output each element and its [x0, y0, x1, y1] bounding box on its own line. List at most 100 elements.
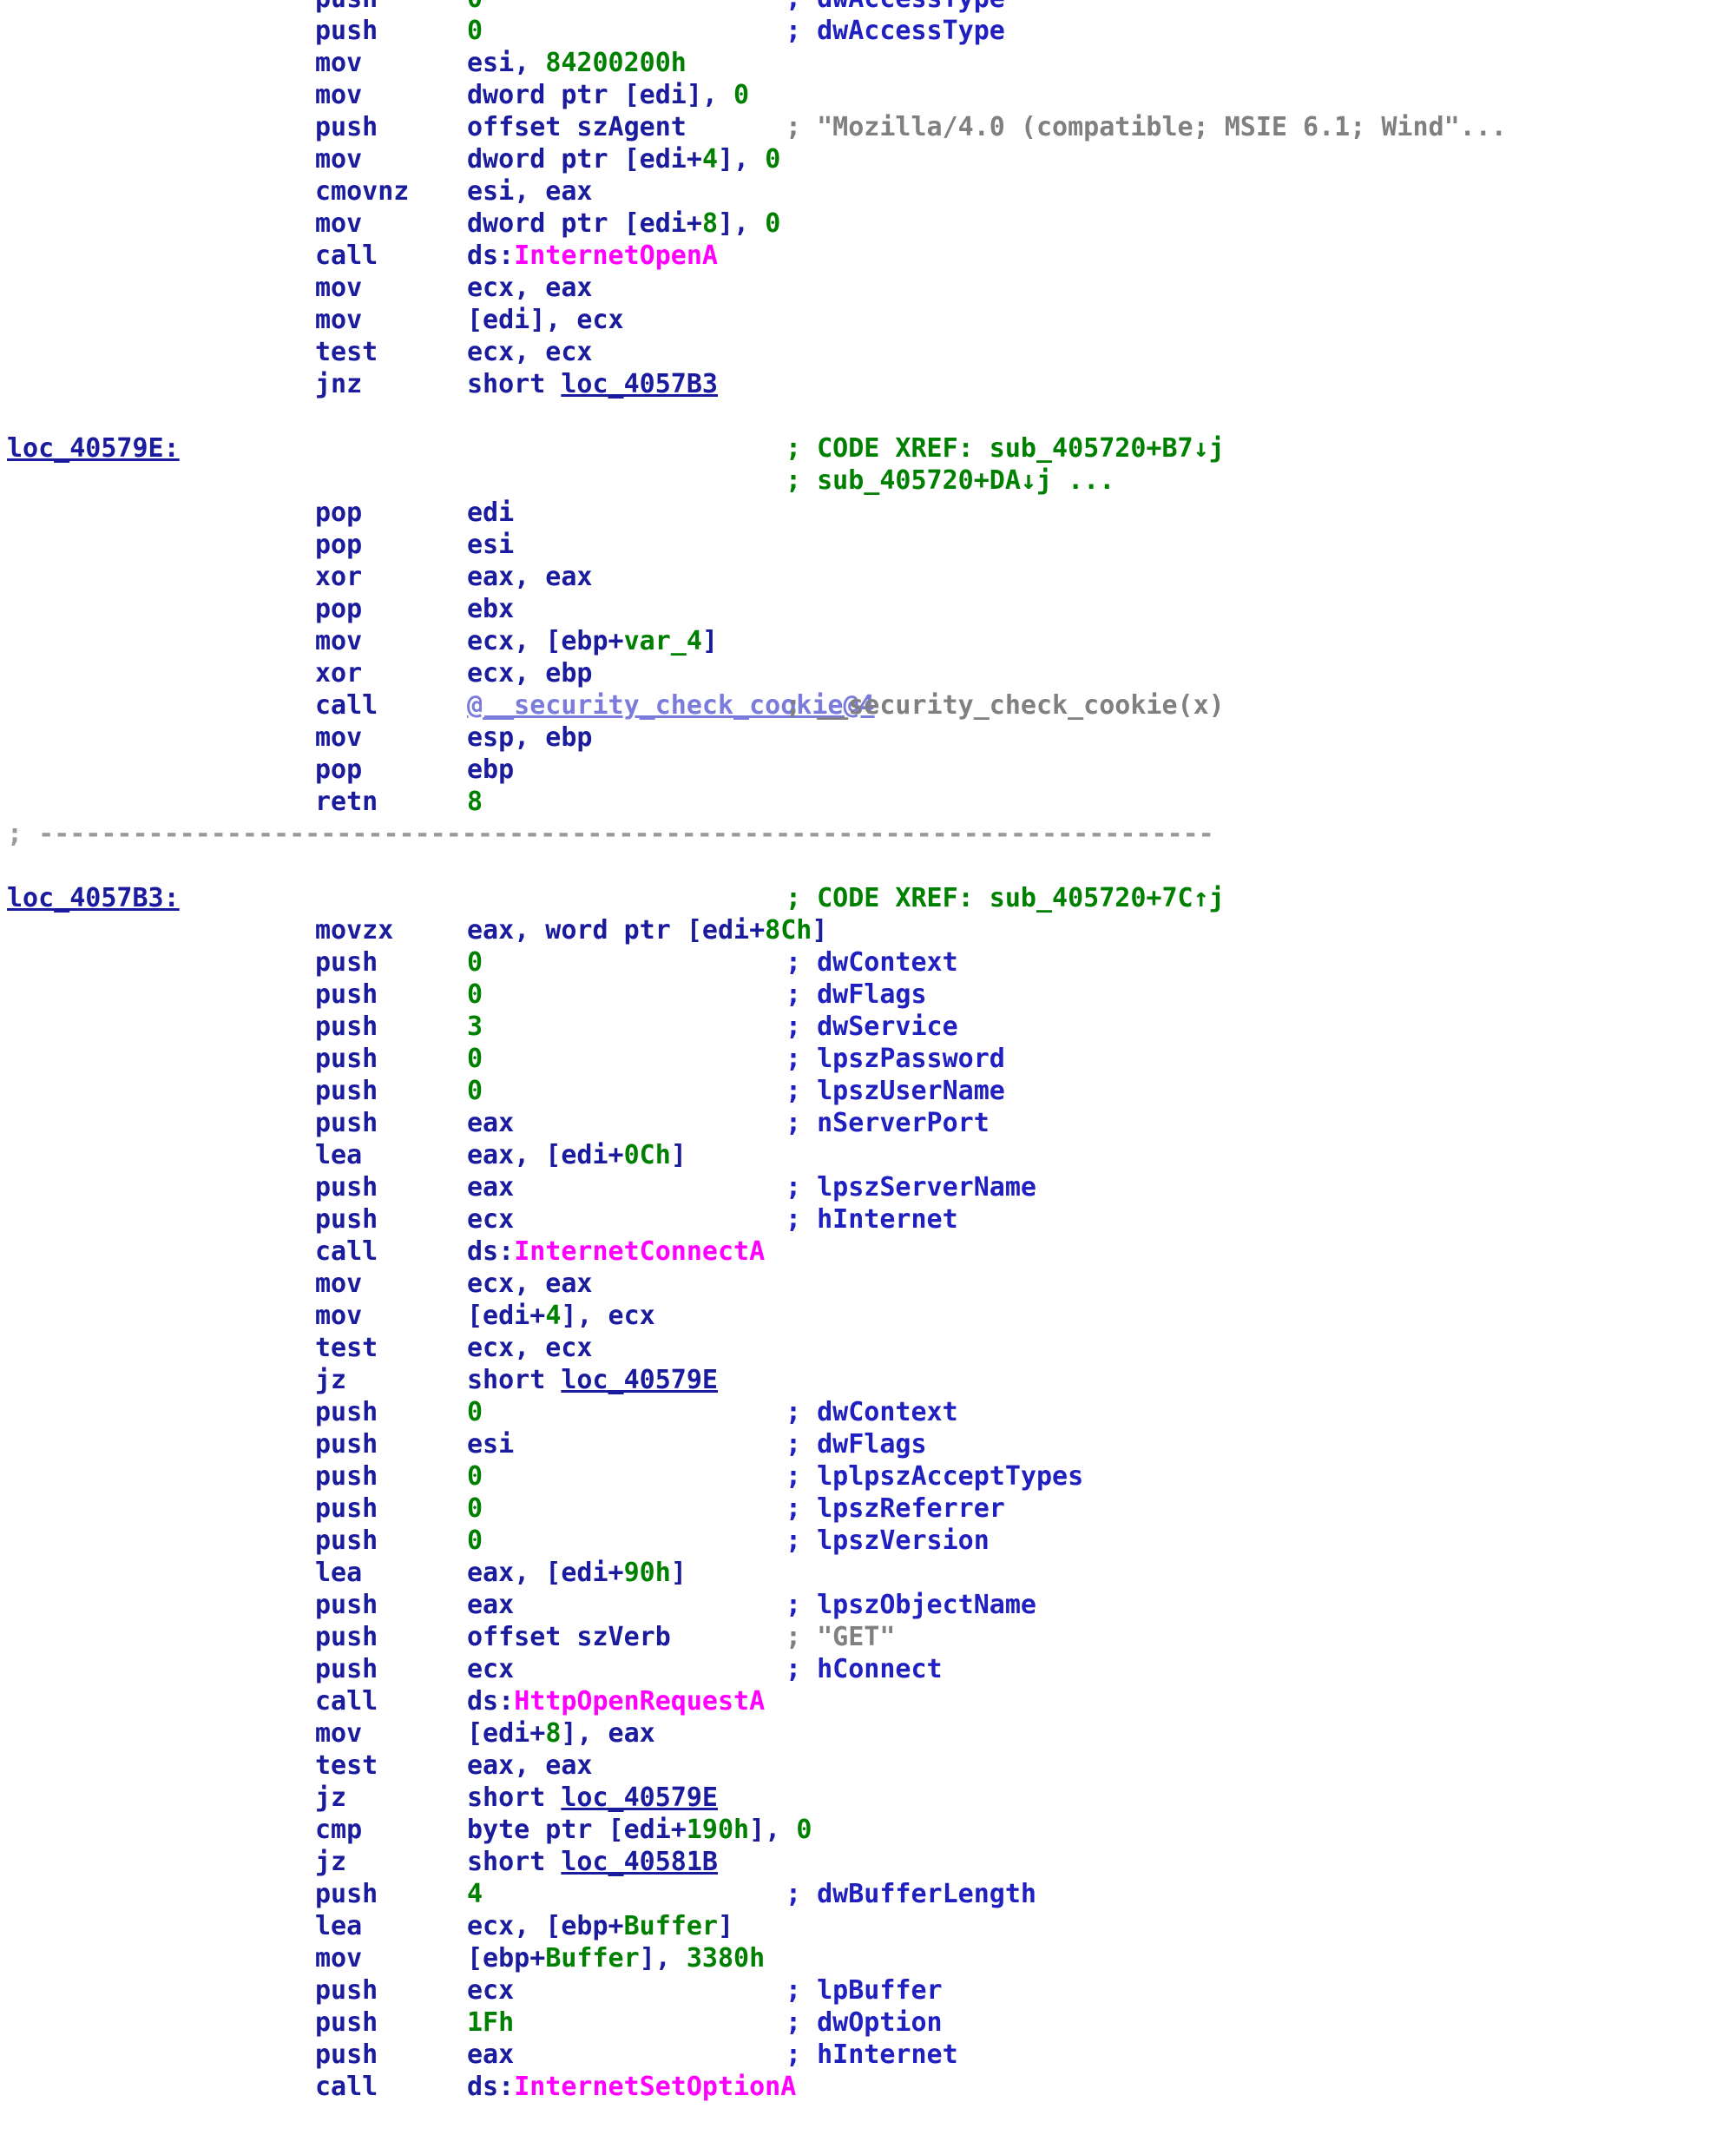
instruction-operands[interactable]: eax — [467, 1107, 514, 1139]
instruction-row[interactable]: call ds:HttpOpenRequestA — [0, 1685, 1736, 1717]
instruction-mnemonic[interactable]: push — [315, 111, 378, 143]
instruction-row[interactable]: push 0 ; dwContext — [0, 946, 1736, 979]
instruction-row[interactable]: mov esp, ebp — [0, 722, 1736, 754]
instruction-row[interactable]: xor ecx, ebp — [0, 657, 1736, 689]
api-name[interactable]: InternetSetOptionA — [514, 2072, 796, 2102]
instruction-row[interactable]: push eax ; lpszObjectName — [0, 1589, 1736, 1621]
instruction-operands[interactable]: short loc_40581B — [467, 1846, 718, 1878]
instruction-operands[interactable]: ecx, [ebp+Buffer] — [467, 1910, 733, 1942]
instruction-row[interactable]: test ecx, ecx — [0, 1332, 1736, 1364]
instruction-row[interactable]: retn 8 — [0, 786, 1736, 818]
instruction-operands[interactable]: eax, word ptr [edi+8Ch] — [467, 914, 827, 946]
location-label[interactable]: loc_40579E: — [7, 432, 180, 465]
instruction-row[interactable]: mov esi, 84200200h — [0, 47, 1736, 79]
instruction-mnemonic[interactable]: push — [315, 1107, 378, 1139]
instruction-row[interactable]: xor eax, eax — [0, 561, 1736, 593]
instruction-row[interactable]: pop ebx — [0, 593, 1736, 625]
instruction-row[interactable]: test eax, eax — [0, 1750, 1736, 1782]
instruction-operands[interactable]: ebx — [467, 593, 514, 625]
instruction-operands[interactable]: ds:InternetConnectA — [467, 1236, 765, 1268]
instruction-operands[interactable]: offset szVerb — [467, 1621, 671, 1653]
instruction-mnemonic[interactable]: mov — [315, 625, 362, 657]
stack-variable[interactable]: var_4 — [624, 626, 702, 656]
instruction-operands[interactable]: 1Fh — [467, 2007, 514, 2039]
instruction-mnemonic[interactable]: jz — [315, 1782, 346, 1814]
instruction-row[interactable]: call @__security_check_cookie@4; __securi… — [0, 689, 1736, 722]
instruction-operands[interactable]: esi, eax — [467, 175, 593, 208]
instruction-mnemonic[interactable]: xor — [315, 657, 362, 689]
instruction-row[interactable]: push eax ; lpszServerName — [0, 1171, 1736, 1203]
instruction-operands[interactable]: 3 — [467, 1011, 483, 1043]
jump-target[interactable]: loc_40579E — [561, 1365, 718, 1395]
instruction-mnemonic[interactable]: push — [315, 1171, 378, 1203]
instruction-row[interactable]: push eax ; hInternet — [0, 2039, 1736, 2071]
instruction-row[interactable]: cmovnz esi, eax — [0, 175, 1736, 208]
instruction-mnemonic[interactable]: jz — [315, 1364, 346, 1396]
instruction-mnemonic[interactable]: cmp — [315, 1814, 362, 1846]
instruction-mnemonic[interactable]: push — [315, 1878, 378, 1910]
instruction-row[interactable]: push 0 ; dwFlags — [0, 979, 1736, 1011]
instruction-mnemonic[interactable]: pop — [315, 593, 362, 625]
instruction-row[interactable]: push 0 ; dwAccessType — [0, 15, 1736, 47]
instruction-mnemonic[interactable]: push — [315, 1589, 378, 1621]
instruction-row[interactable]: mov dword ptr [edi+4], 0 — [0, 143, 1736, 175]
instruction-row[interactable]: movzx eax, word ptr [edi+8Ch] — [0, 914, 1736, 946]
instruction-mnemonic[interactable]: test — [315, 1750, 378, 1782]
instruction-mnemonic[interactable]: lea — [315, 1557, 362, 1589]
instruction-mnemonic[interactable]: mov — [315, 47, 362, 79]
instruction-mnemonic[interactable]: cmovnz — [315, 175, 409, 208]
instruction-mnemonic[interactable]: pop — [315, 497, 362, 529]
instruction-row[interactable]: push esi ; dwFlags — [0, 1428, 1736, 1460]
instruction-mnemonic[interactable]: push — [315, 1525, 378, 1557]
instruction-mnemonic[interactable]: push — [315, 979, 378, 1011]
instruction-row[interactable]: push eax ; nServerPort — [0, 1107, 1736, 1139]
location-label-row[interactable]: loc_40579E: ; CODE XREF: sub_405720+B7↓j — [0, 432, 1736, 465]
instruction-operands[interactable]: [ebp+Buffer], 3380h — [467, 1942, 765, 1974]
instruction-row[interactable]: call ds:InternetConnectA — [0, 1236, 1736, 1268]
instruction-row[interactable]: mov dword ptr [edi+8], 0 — [0, 208, 1736, 240]
instruction-row[interactable]: push 4 ; dwBufferLength — [0, 1878, 1736, 1910]
location-label[interactable]: loc_4057B3: — [7, 882, 180, 914]
instruction-row[interactable]: call ds:InternetOpenA — [0, 240, 1736, 272]
instruction-mnemonic[interactable]: call — [315, 1685, 378, 1717]
instruction-operands[interactable]: ds:InternetSetOptionA — [467, 2071, 796, 2103]
instruction-mnemonic[interactable]: test — [315, 1332, 378, 1364]
instruction-operands[interactable]: eax, eax — [467, 561, 593, 593]
instruction-mnemonic[interactable]: mov — [315, 1268, 362, 1300]
instruction-mnemonic[interactable]: call — [315, 2071, 378, 2103]
instruction-operands[interactable]: eax, eax — [467, 1750, 593, 1782]
instruction-mnemonic[interactable]: push — [315, 1203, 378, 1236]
instruction-mnemonic[interactable]: push — [315, 0, 378, 15]
instruction-operands[interactable]: 0 — [467, 0, 483, 15]
instruction-mnemonic[interactable]: call — [315, 689, 378, 722]
jump-target[interactable]: loc_40579E — [561, 1782, 718, 1813]
instruction-operands[interactable]: dword ptr [edi+4], 0 — [467, 143, 780, 175]
instruction-mnemonic[interactable]: pop — [315, 529, 362, 561]
instruction-row[interactable]: mov [ebp+Buffer], 3380h — [0, 1942, 1736, 1974]
instruction-row[interactable]: lea eax, [edi+0Ch] — [0, 1139, 1736, 1171]
instruction-mnemonic[interactable]: lea — [315, 1139, 362, 1171]
instruction-operands[interactable]: ecx, [ebp+var_4] — [467, 625, 718, 657]
instruction-operands[interactable]: 0 — [467, 946, 483, 979]
instruction-mnemonic[interactable]: push — [315, 1396, 378, 1428]
instruction-operands[interactable]: eax — [467, 1171, 514, 1203]
instruction-row[interactable]: push 0 ; lplpszAcceptTypes — [0, 1460, 1736, 1493]
instruction-operands[interactable]: 0 — [467, 1043, 483, 1075]
instruction-row[interactable]: mov dword ptr [edi], 0 — [0, 79, 1736, 111]
instruction-operands[interactable]: 0 — [467, 1525, 483, 1557]
instruction-row[interactable]: mov ecx, [ebp+var_4] — [0, 625, 1736, 657]
api-name[interactable]: HttpOpenRequestA — [514, 1686, 765, 1717]
instruction-row[interactable]: jz short loc_40581B — [0, 1846, 1736, 1878]
instruction-operands[interactable]: esp, ebp — [467, 722, 593, 754]
stack-variable[interactable]: Buffer — [545, 1943, 639, 1974]
instruction-operands[interactable]: byte ptr [edi+190h], 0 — [467, 1814, 812, 1846]
instruction-mnemonic[interactable]: mov — [315, 722, 362, 754]
instruction-operands[interactable]: 8 — [467, 786, 483, 818]
instruction-mnemonic[interactable]: push — [315, 946, 378, 979]
instruction-operands[interactable]: 0 — [467, 979, 483, 1011]
instruction-row[interactable]: push 0 ; lpszVersion — [0, 1525, 1736, 1557]
instruction-mnemonic[interactable]: call — [315, 240, 378, 272]
stack-variable[interactable]: Buffer — [624, 1911, 718, 1941]
disassembly-listing[interactable]: push0; dwAccessTypepush0; dwAccessTypemo… — [0, 0, 1736, 2135]
instruction-row[interactable]: mov ecx, eax — [0, 272, 1736, 304]
